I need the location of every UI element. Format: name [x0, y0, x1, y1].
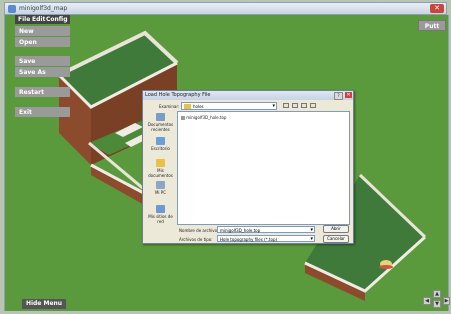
file-list[interactable]: minigolf3D_hole.top [177, 111, 350, 225]
network-icon [156, 205, 165, 213]
place-recent[interactable]: Documentos recientes [146, 113, 175, 132]
putt-button[interactable]: Putt [418, 20, 446, 31]
place-computer[interactable]: Mi PC [146, 181, 175, 195]
back-icon[interactable] [283, 103, 289, 108]
place-network-label: Mis sitios de red [148, 214, 173, 224]
filename-label: Nombre de archivo: [179, 228, 219, 233]
app-icon [8, 5, 16, 13]
chevron-down-icon: ▾ [272, 103, 275, 109]
nav-left-icon[interactable]: ◀ [423, 297, 431, 305]
menu-bar: File Edit Config [15, 15, 70, 24]
title-bar: minigolf3d_map ✕ [4, 2, 447, 15]
menu-item-save-as[interactable]: Save As [15, 67, 70, 77]
menu-item-open[interactable]: Open [15, 37, 70, 47]
chevron-down-icon: ▾ [310, 227, 313, 233]
nav-right-icon[interactable]: ▶ [443, 297, 450, 305]
lookin-select[interactable]: holes ▾ [181, 102, 277, 110]
filename-input[interactable]: minigolf3D_hole.top ▾ [217, 226, 315, 233]
menu-item-new[interactable]: New [15, 26, 70, 36]
new-folder-icon[interactable] [301, 103, 307, 108]
folder-icon [184, 104, 191, 109]
filetype-label: Archivos de tipo: [179, 237, 213, 242]
window-title: minigolf3d_map [19, 5, 68, 12]
places-bar: Documentos recientes Escritorio Mis docu… [146, 111, 175, 239]
lookin-value: holes [193, 104, 204, 109]
place-desktop[interactable]: Escritorio [146, 137, 175, 151]
documents-icon [156, 159, 165, 167]
menu-file[interactable]: File [18, 16, 30, 23]
view-menu-icon[interactable] [310, 103, 316, 108]
up-folder-icon[interactable] [292, 103, 298, 108]
file-name: minigolf3D_hole.top [186, 115, 227, 120]
menu-item-restart[interactable]: Restart [15, 87, 70, 97]
place-documents-label: Mis documentos [148, 168, 173, 178]
lookin-label: Examinar: [159, 104, 180, 109]
chevron-down-icon: ▾ [310, 236, 313, 242]
filename-value: minigolf3D_hole.top [220, 228, 261, 233]
place-computer-label: Mi PC [154, 190, 167, 195]
cancel-button[interactable]: Cancelar [323, 235, 349, 243]
nav-down-icon[interactable]: ▼ [433, 300, 441, 308]
nav-up-icon[interactable]: ▲ [433, 290, 441, 298]
menu-config[interactable]: Config [46, 16, 68, 23]
menu-edit[interactable]: Edit [32, 16, 45, 23]
place-network[interactable]: Mis sitios de red [146, 205, 175, 224]
hide-menu-button[interactable]: Hide Menu [22, 299, 66, 309]
filetype-value: Hole topography files (*.top) [220, 237, 278, 242]
dialog-close-button[interactable]: ✕ [345, 92, 352, 98]
help-button[interactable]: ? [334, 92, 343, 100]
recent-docs-icon [156, 113, 165, 121]
filetype-select[interactable]: Hole topography files (*.top) ▾ [217, 235, 315, 242]
load-file-dialog: Load Hole Topography File ? ✕ Examinar: … [142, 90, 354, 244]
file-icon [181, 116, 185, 120]
desktop-icon [156, 137, 165, 145]
place-documents[interactable]: Mis documentos [146, 159, 175, 178]
window-close-button[interactable]: ✕ [430, 4, 444, 13]
dialog-title: Load Hole Topography File [145, 92, 211, 98]
dialog-title-bar: Load Hole Topography File ? ✕ [143, 91, 353, 100]
app-window: minigolf3d_map ✕ File Edit Config New Op… [0, 0, 451, 314]
file-list-item[interactable]: minigolf3D_hole.top [181, 115, 226, 120]
menu-item-save[interactable]: Save [15, 56, 70, 66]
computer-icon [156, 181, 165, 189]
place-desktop-label: Escritorio [151, 146, 170, 151]
place-recent-label: Documentos recientes [147, 122, 174, 132]
open-button[interactable]: Abrir [323, 225, 349, 233]
menu-item-exit[interactable]: Exit [15, 107, 70, 117]
